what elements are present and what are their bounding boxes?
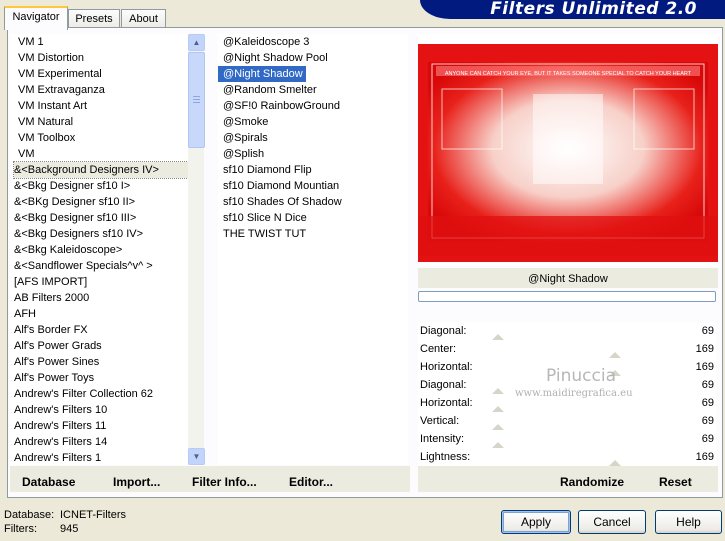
- category-item[interactable]: Alf's Power Grads: [14, 338, 192, 354]
- slider-label: Horizontal:: [420, 361, 473, 373]
- filter-item[interactable]: @SF!0 RainbowGround: [218, 98, 408, 114]
- slider-label: Vertical:: [420, 415, 460, 427]
- category-item[interactable]: VM 1: [14, 34, 192, 50]
- filter-item[interactable]: THE TWIST TUT: [218, 226, 408, 242]
- category-item[interactable]: &<Bkg Kaleidoscope>: [14, 242, 192, 258]
- category-item[interactable]: AFH: [14, 306, 192, 322]
- category-item[interactable]: Alf's Power Sines: [14, 354, 192, 370]
- category-item[interactable]: VM Instant Art: [14, 98, 192, 114]
- slider-label: Center:: [420, 343, 457, 355]
- category-item[interactable]: Andrew's Filter Collection 62: [14, 386, 192, 402]
- preview-frame: ANYONE CAN CATCH YOUR EYE, BUT IT TAKES …: [418, 34, 718, 266]
- preview-glow: [533, 94, 603, 184]
- slider-value: 69: [701, 415, 714, 427]
- category-scrollbar[interactable]: ▲ ▼: [188, 34, 205, 465]
- apply-button[interactable]: Apply: [501, 510, 571, 534]
- category-item[interactable]: &<Bkg Designer sf10 I>: [14, 178, 192, 194]
- slider-track[interactable]: [418, 412, 716, 431]
- randomize-button[interactable]: Randomize: [560, 475, 624, 489]
- filter-item[interactable]: @Spirals: [218, 130, 408, 146]
- import-button[interactable]: Import...: [113, 475, 160, 489]
- category-item[interactable]: &<BKg Designer sf10 II>: [14, 194, 192, 210]
- filter-item[interactable]: sf10 Slice N Dice: [218, 210, 408, 226]
- slider-label: Diagonal:: [420, 325, 467, 337]
- filter-info-button[interactable]: Filter Info...: [192, 475, 257, 489]
- editor-button[interactable]: Editor...: [289, 475, 333, 489]
- filters-count: 945: [60, 523, 79, 535]
- tab-presets[interactable]: Presets: [68, 9, 120, 28]
- slider-label: Diagonal:: [420, 379, 467, 391]
- slider-value: 69: [701, 379, 714, 391]
- scroll-up-button[interactable]: ▲: [188, 34, 205, 51]
- category-item[interactable]: Alf's Border FX: [14, 322, 192, 338]
- category-item[interactable]: Alf's Power Toys: [14, 370, 192, 386]
- slider-value: 169: [695, 361, 714, 373]
- category-item[interactable]: Andrew's Filters 14: [14, 434, 192, 450]
- category-item[interactable]: &<Bkg Designer sf10 III>: [14, 210, 192, 226]
- preview-banner-text: ANYONE CAN CATCH YOUR EYE, BUT IT TAKES …: [445, 71, 692, 77]
- reset-button[interactable]: Reset: [659, 475, 692, 489]
- category-item[interactable]: Andrew's Filters 10: [14, 402, 192, 418]
- category-list[interactable]: VM 1 VM Distortion VM Experimental VM Extra…: [10, 34, 192, 465]
- category-item[interactable]: [AFS IMPORT]: [14, 274, 192, 290]
- category-item[interactable]: Andrew's Filters 1: [14, 450, 192, 465]
- filter-item[interactable]: sf10 Shades Of Shadow: [218, 194, 408, 210]
- database-button[interactable]: Database: [22, 475, 75, 489]
- slider-track[interactable]: [418, 340, 716, 359]
- category-item-selected[interactable]: &<Background Designers IV>: [13, 161, 192, 179]
- slider-label: Intensity:: [420, 433, 465, 445]
- filter-item[interactable]: @Splish: [218, 146, 408, 162]
- category-item[interactable]: VM Toolbox: [14, 130, 192, 146]
- filter-list[interactable]: @Kaleidoscope 3 @Night Shadow Pool @Night …: [218, 34, 408, 465]
- database-label: Database:: [4, 509, 55, 521]
- title-banner: Filters Unlimited 2.0: [420, 0, 725, 19]
- filter-item[interactable]: @Smoke: [218, 114, 408, 130]
- watermark-url: www.maidiregrafica.eu: [515, 388, 633, 399]
- help-button[interactable]: Help: [655, 510, 722, 534]
- filter-item[interactable]: @Random Smelter: [218, 82, 408, 98]
- scroll-thumb[interactable]: [188, 52, 205, 148]
- scroll-down-button[interactable]: ▼: [188, 448, 205, 465]
- slider-value: 69: [701, 397, 714, 409]
- preview-image: ANYONE CAN CATCH YOUR EYE, BUT IT TAKES …: [418, 44, 718, 262]
- slider-value: 69: [701, 433, 714, 445]
- filter-item[interactable]: @Kaleidoscope 3: [218, 34, 408, 50]
- filter-item-selected[interactable]: @Night Shadow: [218, 65, 307, 83]
- cancel-button[interactable]: Cancel: [578, 510, 646, 534]
- filters-label: Filters:: [4, 523, 37, 535]
- filter-item[interactable]: sf10 Diamond Flip: [218, 162, 408, 178]
- filter-item[interactable]: sf10 Diamond Mountian: [218, 178, 408, 194]
- app-title: Filters Unlimited 2.0: [490, 0, 697, 19]
- category-item[interactable]: VM Experimental: [14, 66, 192, 82]
- tab-navigator[interactable]: Navigator: [4, 6, 68, 30]
- category-item[interactable]: VM Extravaganza: [14, 82, 192, 98]
- database-value: ICNET-Filters: [60, 509, 126, 521]
- tab-about[interactable]: About: [121, 9, 166, 28]
- slider-value: 169: [695, 343, 714, 355]
- category-item[interactable]: VM: [14, 146, 192, 162]
- slider-value: 69: [701, 325, 714, 337]
- category-item[interactable]: &<Bkg Designers sf10 IV>: [14, 226, 192, 242]
- slider-label: Lightness:: [420, 451, 471, 463]
- category-item[interactable]: &<Sandflower Specials^v^ >: [14, 258, 192, 274]
- slider-label: Horizontal:: [420, 397, 473, 409]
- filter-item[interactable]: @Night Shadow Pool: [218, 50, 408, 66]
- category-item[interactable]: AB Filters 2000: [14, 290, 192, 306]
- category-item[interactable]: VM Natural: [14, 114, 192, 130]
- preview-bottom-band: [418, 216, 718, 256]
- category-item[interactable]: VM Distortion: [14, 50, 192, 66]
- selected-filter-name: @Night Shadow: [418, 268, 718, 288]
- progress-bar: [418, 291, 716, 302]
- category-item[interactable]: Andrew's Filters 11: [14, 418, 192, 434]
- watermark-text: Pinuccia: [546, 366, 616, 386]
- slider-value: 169: [695, 451, 714, 463]
